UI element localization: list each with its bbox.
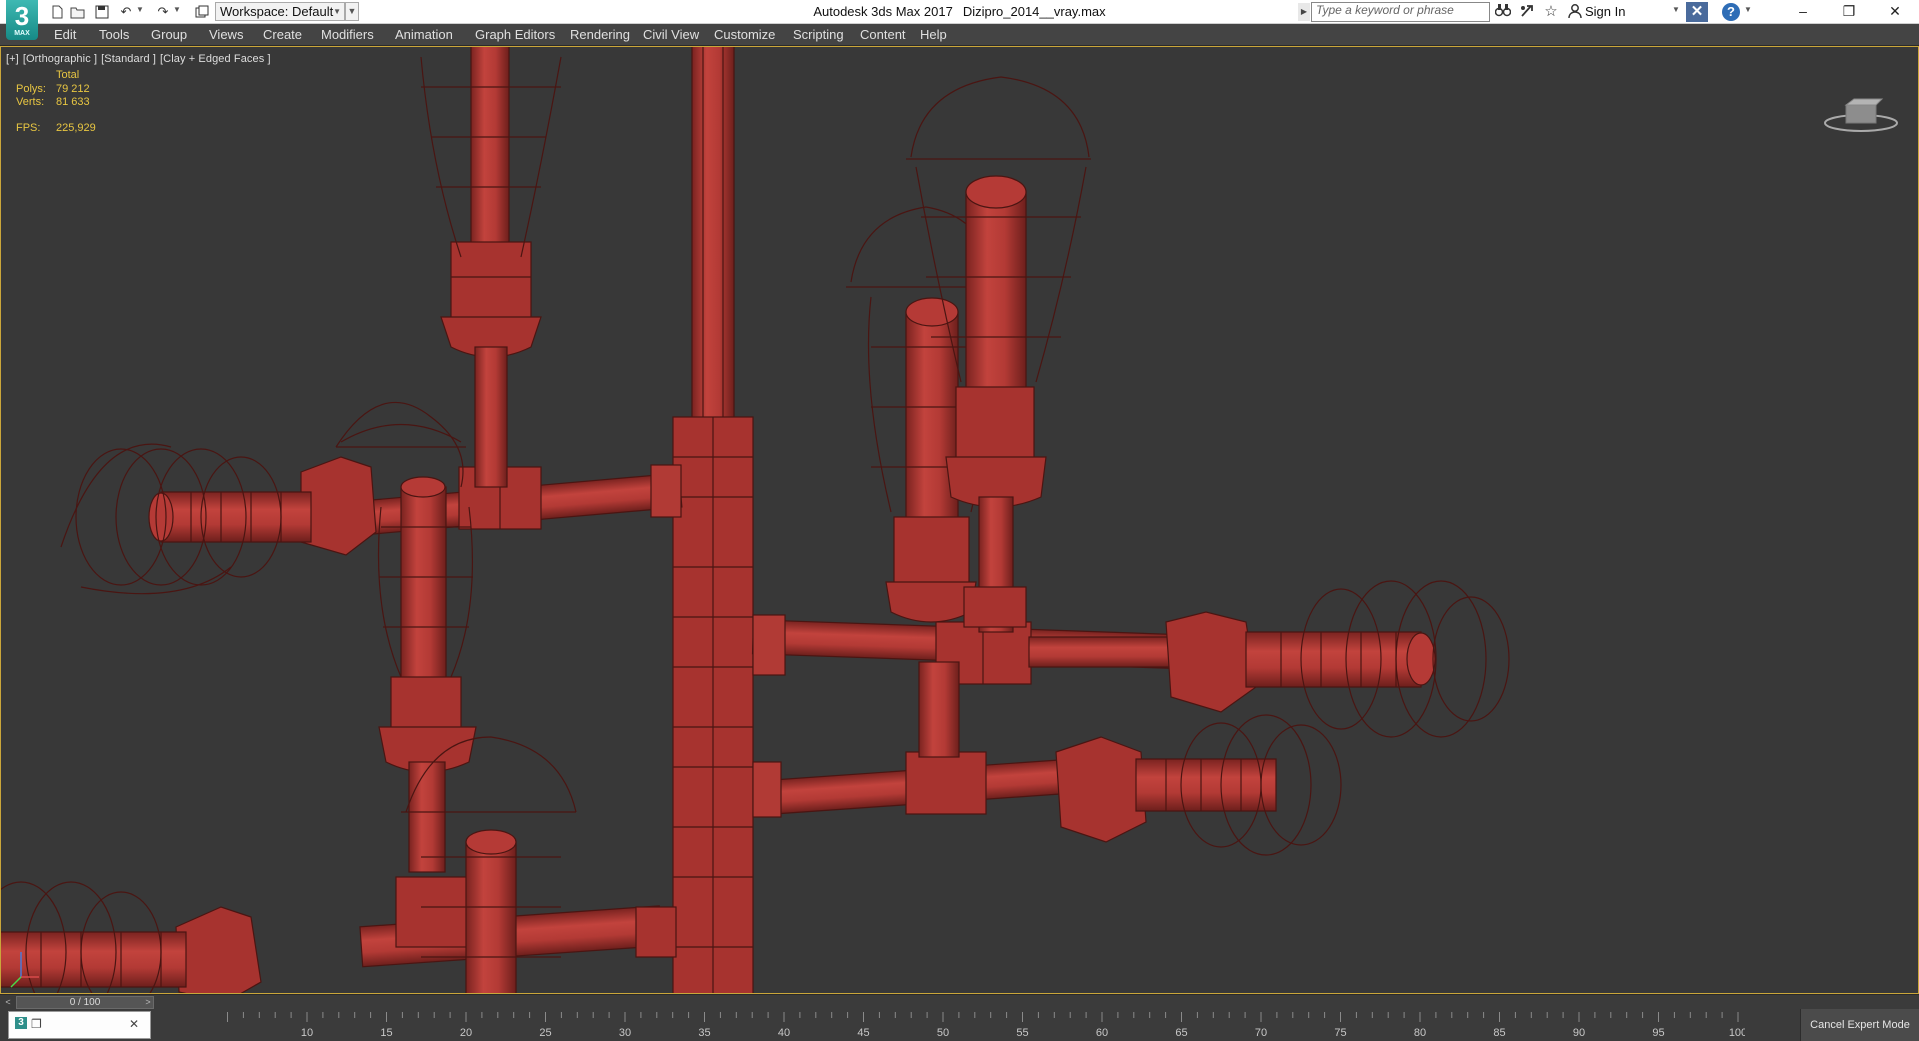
stats-header: Total (56, 69, 80, 81)
workspace-dropdown[interactable]: Workspace: Default ▼ (215, 2, 345, 21)
scene-render (1, 47, 1510, 993)
track-bar: 3 ❐ ✕ 10 15 20 25 30 35 40 45 50 55 60 65 70 75 80 85 90… (0, 1009, 1919, 1041)
stats-verts-label: Verts: (16, 96, 45, 108)
timeline-tick-label: 35 (698, 1027, 710, 1039)
minimized-window-bar[interactable]: 3 ❐ ✕ (8, 1011, 151, 1039)
timeline-tick-label: 25 (539, 1027, 551, 1039)
app-window: 3 MAX ↶ ▼ ↷ ▼ Workspace: Default ▼ ▼ Autod… (0, 0, 1919, 1041)
viewport-shading-style[interactable]: [Clay + Edged Faces ] (160, 53, 271, 65)
menu-civil-view[interactable]: Civil View (643, 27, 699, 42)
time-slider-prev-button[interactable]: < (2, 996, 14, 1009)
favorites-star-icon[interactable]: ☆ (1542, 3, 1560, 21)
time-slider-next-button[interactable]: > (142, 996, 154, 1009)
binoculars-icon[interactable] (1494, 3, 1512, 21)
file-name: Dizipro_2014__vray.max (962, 4, 1106, 19)
app-logo-icon[interactable]: 3 MAX (6, 0, 38, 40)
customize-toolbar-icon[interactable]: ▼ (345, 2, 359, 21)
menu-create[interactable]: Create (263, 27, 302, 42)
project-folder-icon[interactable] (194, 4, 210, 19)
timeline-tick-label: 20 (460, 1027, 472, 1039)
cancel-expert-mode-button[interactable]: Cancel Expert Mode (1800, 1009, 1919, 1041)
timeline-tick-label: 80 (1414, 1027, 1426, 1039)
workspace-label: Workspace: Default (220, 4, 334, 19)
save-icon[interactable] (94, 4, 110, 19)
close-button[interactable]: ✕ (1872, 0, 1918, 23)
viewport-orthographic[interactable]: [+] [Orthographic ] [Standard ] [Clay + Edg… (0, 46, 1919, 994)
menu-animation[interactable]: Animation (395, 27, 453, 42)
timeline-tick-label: 50 (937, 1027, 949, 1039)
redo-dropdown-icon[interactable]: ▼ (173, 5, 181, 14)
menu-group[interactable]: Group (151, 27, 187, 42)
menu-views[interactable]: Views (209, 27, 243, 42)
viewport-shading-standard[interactable]: [Standard ] (101, 53, 156, 65)
open-file-icon[interactable] (70, 4, 86, 19)
timeline-tick-label: 60 (1096, 1027, 1108, 1039)
title-bar: 3 MAX ↶ ▼ ↷ ▼ Workspace: Default ▼ ▼ Autod… (0, 0, 1919, 40)
restore-button[interactable]: ❐ (1826, 0, 1872, 23)
stats-fps-value: 225,929 (56, 122, 96, 134)
help-icon[interactable]: ? (1722, 3, 1740, 21)
logo-text: 3 (14, 1, 30, 31)
time-slider-thumb[interactable]: 0 / 100 (16, 996, 154, 1009)
timeline-tick-label: 65 (1175, 1027, 1187, 1039)
menu-scripting[interactable]: Scripting (793, 27, 844, 42)
stats-polys-value: 79 212 (56, 83, 90, 95)
timeline-tick-label: 90 (1573, 1027, 1585, 1039)
menu-edit[interactable]: Edit (54, 27, 76, 42)
menu-graph-editors[interactable]: Graph Editors (475, 27, 555, 42)
app-name: Autodesk 3ds Max 2017 (813, 4, 953, 19)
menu-help[interactable]: Help (920, 27, 947, 42)
stats-fps-label: FPS: (16, 122, 41, 134)
max-icon[interactable]: 3 (15, 1017, 27, 1029)
timeline-tick-label: 30 (619, 1027, 631, 1039)
menu-content[interactable]: Content (860, 27, 906, 42)
close-icon[interactable]: ✕ (129, 1017, 139, 1031)
undo-icon[interactable]: ↶ (118, 4, 134, 19)
timeline-ruler[interactable]: 10 15 20 25 30 35 40 45 50 55 60 65 70 75 80 85 90 95 100 (155, 1012, 1745, 1039)
viewport-menu-plus[interactable]: [+] (6, 53, 19, 65)
subscription-icon[interactable] (1518, 3, 1536, 21)
stats-polys-label: Polys: (16, 83, 46, 95)
minimize-button[interactable]: – (1780, 0, 1826, 23)
time-slider[interactable]: < 0 / 100 > (0, 994, 1919, 1009)
timeline-tick-label: 75 (1334, 1027, 1346, 1039)
search-expand-icon[interactable]: ▶ (1298, 3, 1310, 21)
new-file-icon[interactable] (49, 4, 65, 19)
redo-icon[interactable]: ↷ (155, 4, 171, 19)
search-input[interactable]: Type a keyword or phrase (1311, 2, 1490, 22)
timeline-tick-label: 10 (301, 1027, 313, 1039)
timeline-tick-label: 95 (1652, 1027, 1664, 1039)
viewcube-icon[interactable] (1822, 87, 1900, 135)
sign-in-button[interactable]: Sign In (1585, 4, 1625, 19)
timeline-tick-label: 55 (1016, 1027, 1028, 1039)
timeline-tick-label: 100 (1729, 1027, 1745, 1039)
timeline-tick-label: 70 (1255, 1027, 1267, 1039)
chevron-down-icon[interactable]: ▼ (1744, 5, 1752, 14)
menu-customize[interactable]: Customize (714, 27, 775, 42)
chevron-down-icon: ▼ (333, 7, 341, 16)
undo-dropdown-icon[interactable]: ▼ (136, 5, 144, 14)
menu-tools[interactable]: Tools (99, 27, 129, 42)
viewport-label[interactable]: [+] [Orthographic ] [Standard ] [Clay + Edg… (6, 53, 275, 65)
viewport-point-of-view[interactable]: [Orthographic ] (23, 53, 97, 65)
stats-verts-value: 81 633 (56, 96, 90, 108)
restore-icon[interactable]: ❐ (31, 1017, 42, 1031)
exchange-x-icon[interactable]: ✕ (1686, 2, 1708, 22)
logo-sub: MAX (14, 30, 30, 37)
menu-modifiers[interactable]: Modifiers (321, 27, 374, 42)
user-icon[interactable] (1566, 3, 1584, 21)
timeline-tick-label: 45 (857, 1027, 869, 1039)
chevron-down-icon[interactable]: ▼ (1672, 5, 1680, 14)
timeline-tick-label: 40 (778, 1027, 790, 1039)
menu-bar: Edit Tools Group Views Create Modifiers … (0, 24, 1919, 46)
timeline-tick-label: 85 (1493, 1027, 1505, 1039)
menu-rendering[interactable]: Rendering (570, 27, 630, 42)
timeline-tick-label: 15 (380, 1027, 392, 1039)
